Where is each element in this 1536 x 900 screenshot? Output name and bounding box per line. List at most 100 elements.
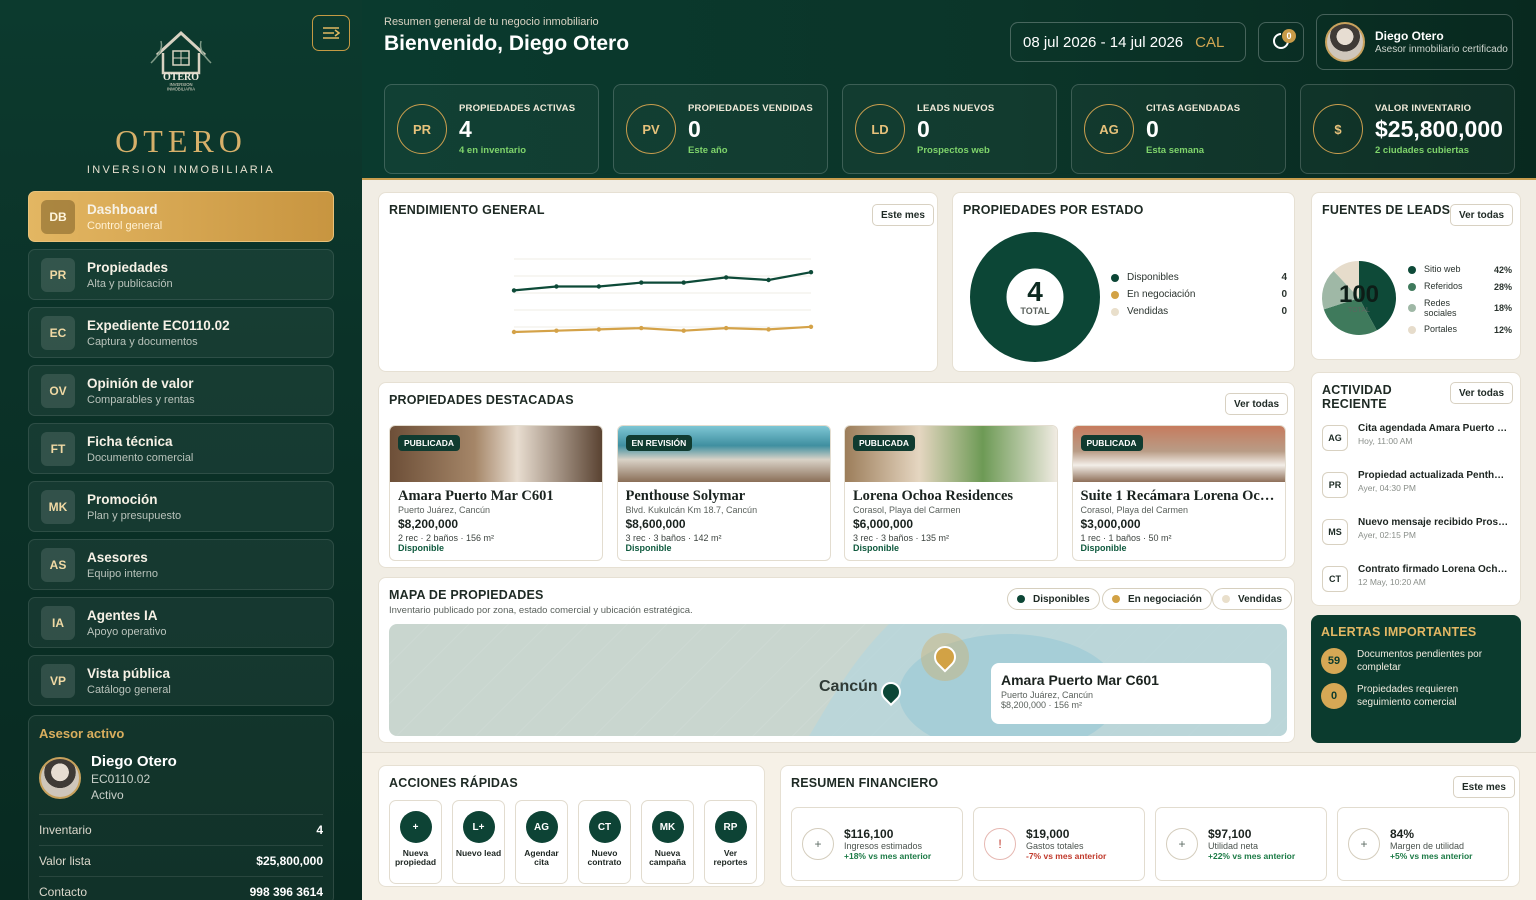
- kpi-card[interactable]: PV PROPIEDADES VENDIDAS 0 Este año: [613, 84, 828, 174]
- kpi-note: 2 ciudades cubiertas: [1375, 144, 1469, 156]
- sidebar-item-title: Promoción: [87, 491, 158, 507]
- property-availability: Disponible: [625, 543, 672, 553]
- chip-dot: [1017, 595, 1025, 603]
- kpi-label: LEADS NUEVOS: [917, 102, 995, 114]
- activity-view-all-button[interactable]: Ver todas: [1450, 382, 1514, 404]
- sidebar-item-badge: PR: [41, 257, 75, 292]
- property-card[interactable]: EN REVISIÓN Penthouse Solymar Blvd. Kukulc…: [616, 425, 831, 561]
- date-range-picker[interactable]: 08 jul 2026 - 14 jul 2026 CAL: [1010, 22, 1246, 62]
- quick-action-button[interactable]: AG Agendar cita: [515, 800, 568, 884]
- property-status-badge: PUBLICADA: [398, 435, 461, 451]
- quick-action-button[interactable]: + Nueva propiedad: [389, 800, 442, 884]
- quick-action-icon: RP: [714, 811, 747, 843]
- property-price: $6,000,000: [853, 517, 914, 531]
- property-specs: 2 rec · 2 baños · 156 m²: [398, 533, 495, 543]
- alert-count-badge: 59: [1321, 648, 1347, 674]
- notifications-button[interactable]: 0: [1258, 22, 1304, 62]
- activity-item[interactable]: CT Contrato firmado Lorena Ochoa Residenc…: [1322, 564, 1518, 604]
- quick-action-button[interactable]: CT Nuevo contrato: [578, 800, 631, 884]
- sidebar-item-7[interactable]: IA Agentes IA Apoyo operativo: [28, 597, 334, 648]
- property-photo: PUBLICADA: [390, 426, 602, 482]
- sidebar-item-6[interactable]: AS Asesores Equipo interno: [28, 539, 334, 590]
- lead-legend-item: Portales 12%: [1408, 321, 1512, 338]
- featured-view-all-button[interactable]: Ver todas: [1225, 393, 1289, 415]
- kpi-card[interactable]: LD LEADS NUEVOS 0 Prospectos web: [842, 84, 1057, 174]
- activity-time: Hoy, 11:00 AM: [1358, 436, 1413, 446]
- chip-label: Disponibles: [1033, 593, 1090, 605]
- map-city-label: Cancún: [819, 678, 878, 695]
- property-name: Lorena Ochoa Residences: [853, 488, 1014, 504]
- map-popup-name: Amara Puerto Mar C601: [1001, 672, 1159, 688]
- sidebar-item-title: Dashboard: [87, 201, 158, 217]
- quick-action-button[interactable]: RP Ver reportes: [704, 800, 757, 884]
- sidebar-item-badge: FT: [41, 431, 75, 466]
- sidebar-item-5[interactable]: MK Promoción Plan y presupuesto: [28, 481, 334, 532]
- activity-title: ACTIVIDAD RECIENTE: [1322, 383, 1392, 412]
- advisor-label: Asesor activo: [39, 726, 125, 741]
- legend-value: 18%: [1493, 303, 1512, 313]
- activity-item[interactable]: MS Nuevo mensaje recibido Prospecto web Ay…: [1322, 517, 1518, 557]
- legend-value: 0: [1281, 289, 1287, 300]
- sidebar-item-3[interactable]: OV Opinión de valor Comparables y rentas: [28, 365, 334, 416]
- user-profile-menu[interactable]: Diego Otero Asesor inmobiliario certific…: [1316, 14, 1513, 70]
- activity-time: Ayer, 04:30 PM: [1358, 483, 1416, 493]
- map-filter-chip[interactable]: Disponibles: [1007, 588, 1100, 610]
- kpi-card[interactable]: AG CITAS AGENDADAS 0 Esta semana: [1071, 84, 1286, 174]
- finance-metric-card: ! $19,000 Gastos totales -7% vs mes anterio…: [973, 807, 1145, 881]
- performance-card: RENDIMIENTO GENERAL Este mes: [378, 192, 938, 372]
- activity-item[interactable]: AG Cita agendada Amara Puerto Mar C601 Hoy…: [1322, 423, 1518, 463]
- alert-item[interactable]: 0 Propiedades requieren seguimiento comer…: [1321, 683, 1511, 709]
- kpi-label: PROPIEDADES ACTIVAS: [459, 102, 576, 114]
- sidebar-item-8[interactable]: VP Vista pública Catálogo general: [28, 655, 334, 706]
- advisor-info-row: Contacto 998 396 3614: [39, 876, 323, 900]
- sidebar-item-badge: IA: [41, 605, 75, 640]
- quick-action-button[interactable]: MK Nueva campaña: [641, 800, 694, 884]
- chip-label: Vendidas: [1238, 593, 1282, 605]
- plus-icon: +: [1166, 828, 1198, 860]
- property-card[interactable]: PUBLICADA Suite 1 Recámara Lorena Ochoa Co…: [1071, 425, 1286, 561]
- quick-action-icon: L+: [462, 811, 495, 843]
- lead-sources-view-all-button[interactable]: Ver todas: [1450, 204, 1514, 226]
- map-canvas[interactable]: Cancún Amara Puerto Mar C601 Puerto Juár…: [389, 624, 1287, 736]
- plus-icon: +: [1348, 828, 1380, 860]
- alert-item[interactable]: 59 Documentos pendientes por completar: [1321, 648, 1511, 674]
- quick-action-button[interactable]: L+ Nuevo lead: [452, 800, 505, 884]
- finance-metric-card: +84% Margen de utilidad +5% vs mes anterio…: [1337, 807, 1509, 881]
- performance-point: [511, 288, 517, 293]
- kpi-card[interactable]: $ VALOR INVENTARIO $25,800,000 2 ciudades c…: [1300, 84, 1515, 174]
- kpi-value: 4: [459, 115, 472, 142]
- sidebar-item-title: Opinión de valor: [87, 375, 194, 391]
- quick-action-icon: CT: [588, 811, 621, 843]
- legend-label: Sitio web: [1424, 264, 1461, 275]
- performance-point: [766, 327, 771, 332]
- finance-label: Gastos totales: [1026, 841, 1084, 851]
- property-card[interactable]: PUBLICADA Lorena Ochoa Residences Corasol,…: [844, 425, 1058, 561]
- advisor-info-key: Contacto: [39, 885, 88, 899]
- map-filter-chip[interactable]: Vendidas: [1212, 588, 1292, 610]
- activity-item[interactable]: PR Propiedad actualizada Penthouse Solyma…: [1322, 470, 1518, 510]
- kpi-value: 0: [917, 115, 930, 142]
- map-filter-chip[interactable]: En negociación: [1102, 588, 1212, 610]
- sidebar-item-0[interactable]: DB Dashboard Control general: [28, 191, 334, 242]
- finance-value: $19,000: [1026, 827, 1070, 841]
- active-advisor-panel: Asesor activo Diego Otero EC0110.02 Acti…: [28, 715, 334, 900]
- sidebar-item-1[interactable]: PR Propiedades Alta y publicación: [28, 249, 334, 300]
- quick-action-icon: MK: [651, 811, 684, 843]
- kpi-card[interactable]: PR PROPIEDADES ACTIVAS 4 4 en inventario: [384, 84, 599, 174]
- alert-text: Documentos pendientes por completar: [1357, 649, 1483, 673]
- sidebar-item-2[interactable]: EC Expediente EC0110.02 Captura y document…: [28, 307, 334, 358]
- map-popup-info: $8,200,000 · 156 m²: [1001, 700, 1083, 710]
- sidebar-item-4[interactable]: FT Ficha técnica Documento comercial: [28, 423, 334, 474]
- map-popup[interactable]: Amara Puerto Mar C601 Puerto Juárez, Can…: [991, 663, 1271, 724]
- property-card[interactable]: PUBLICADA Amara Puerto Mar C601 Puerto Juá…: [389, 425, 603, 561]
- performance-point: [808, 324, 814, 329]
- legend-label: Vendidas: [1127, 306, 1169, 317]
- property-availability: Disponible: [853, 543, 900, 553]
- kpi-badge: AG: [1084, 104, 1134, 154]
- property-status-badge: PUBLICADA: [1080, 435, 1143, 451]
- lead-legend-item: Referidos 28%: [1408, 278, 1512, 295]
- finance-period-button[interactable]: Este mes: [1453, 776, 1515, 798]
- legend-label: En negociación: [1127, 289, 1196, 300]
- chip-dot: [1222, 595, 1230, 603]
- legend-dot: [1111, 290, 1119, 299]
